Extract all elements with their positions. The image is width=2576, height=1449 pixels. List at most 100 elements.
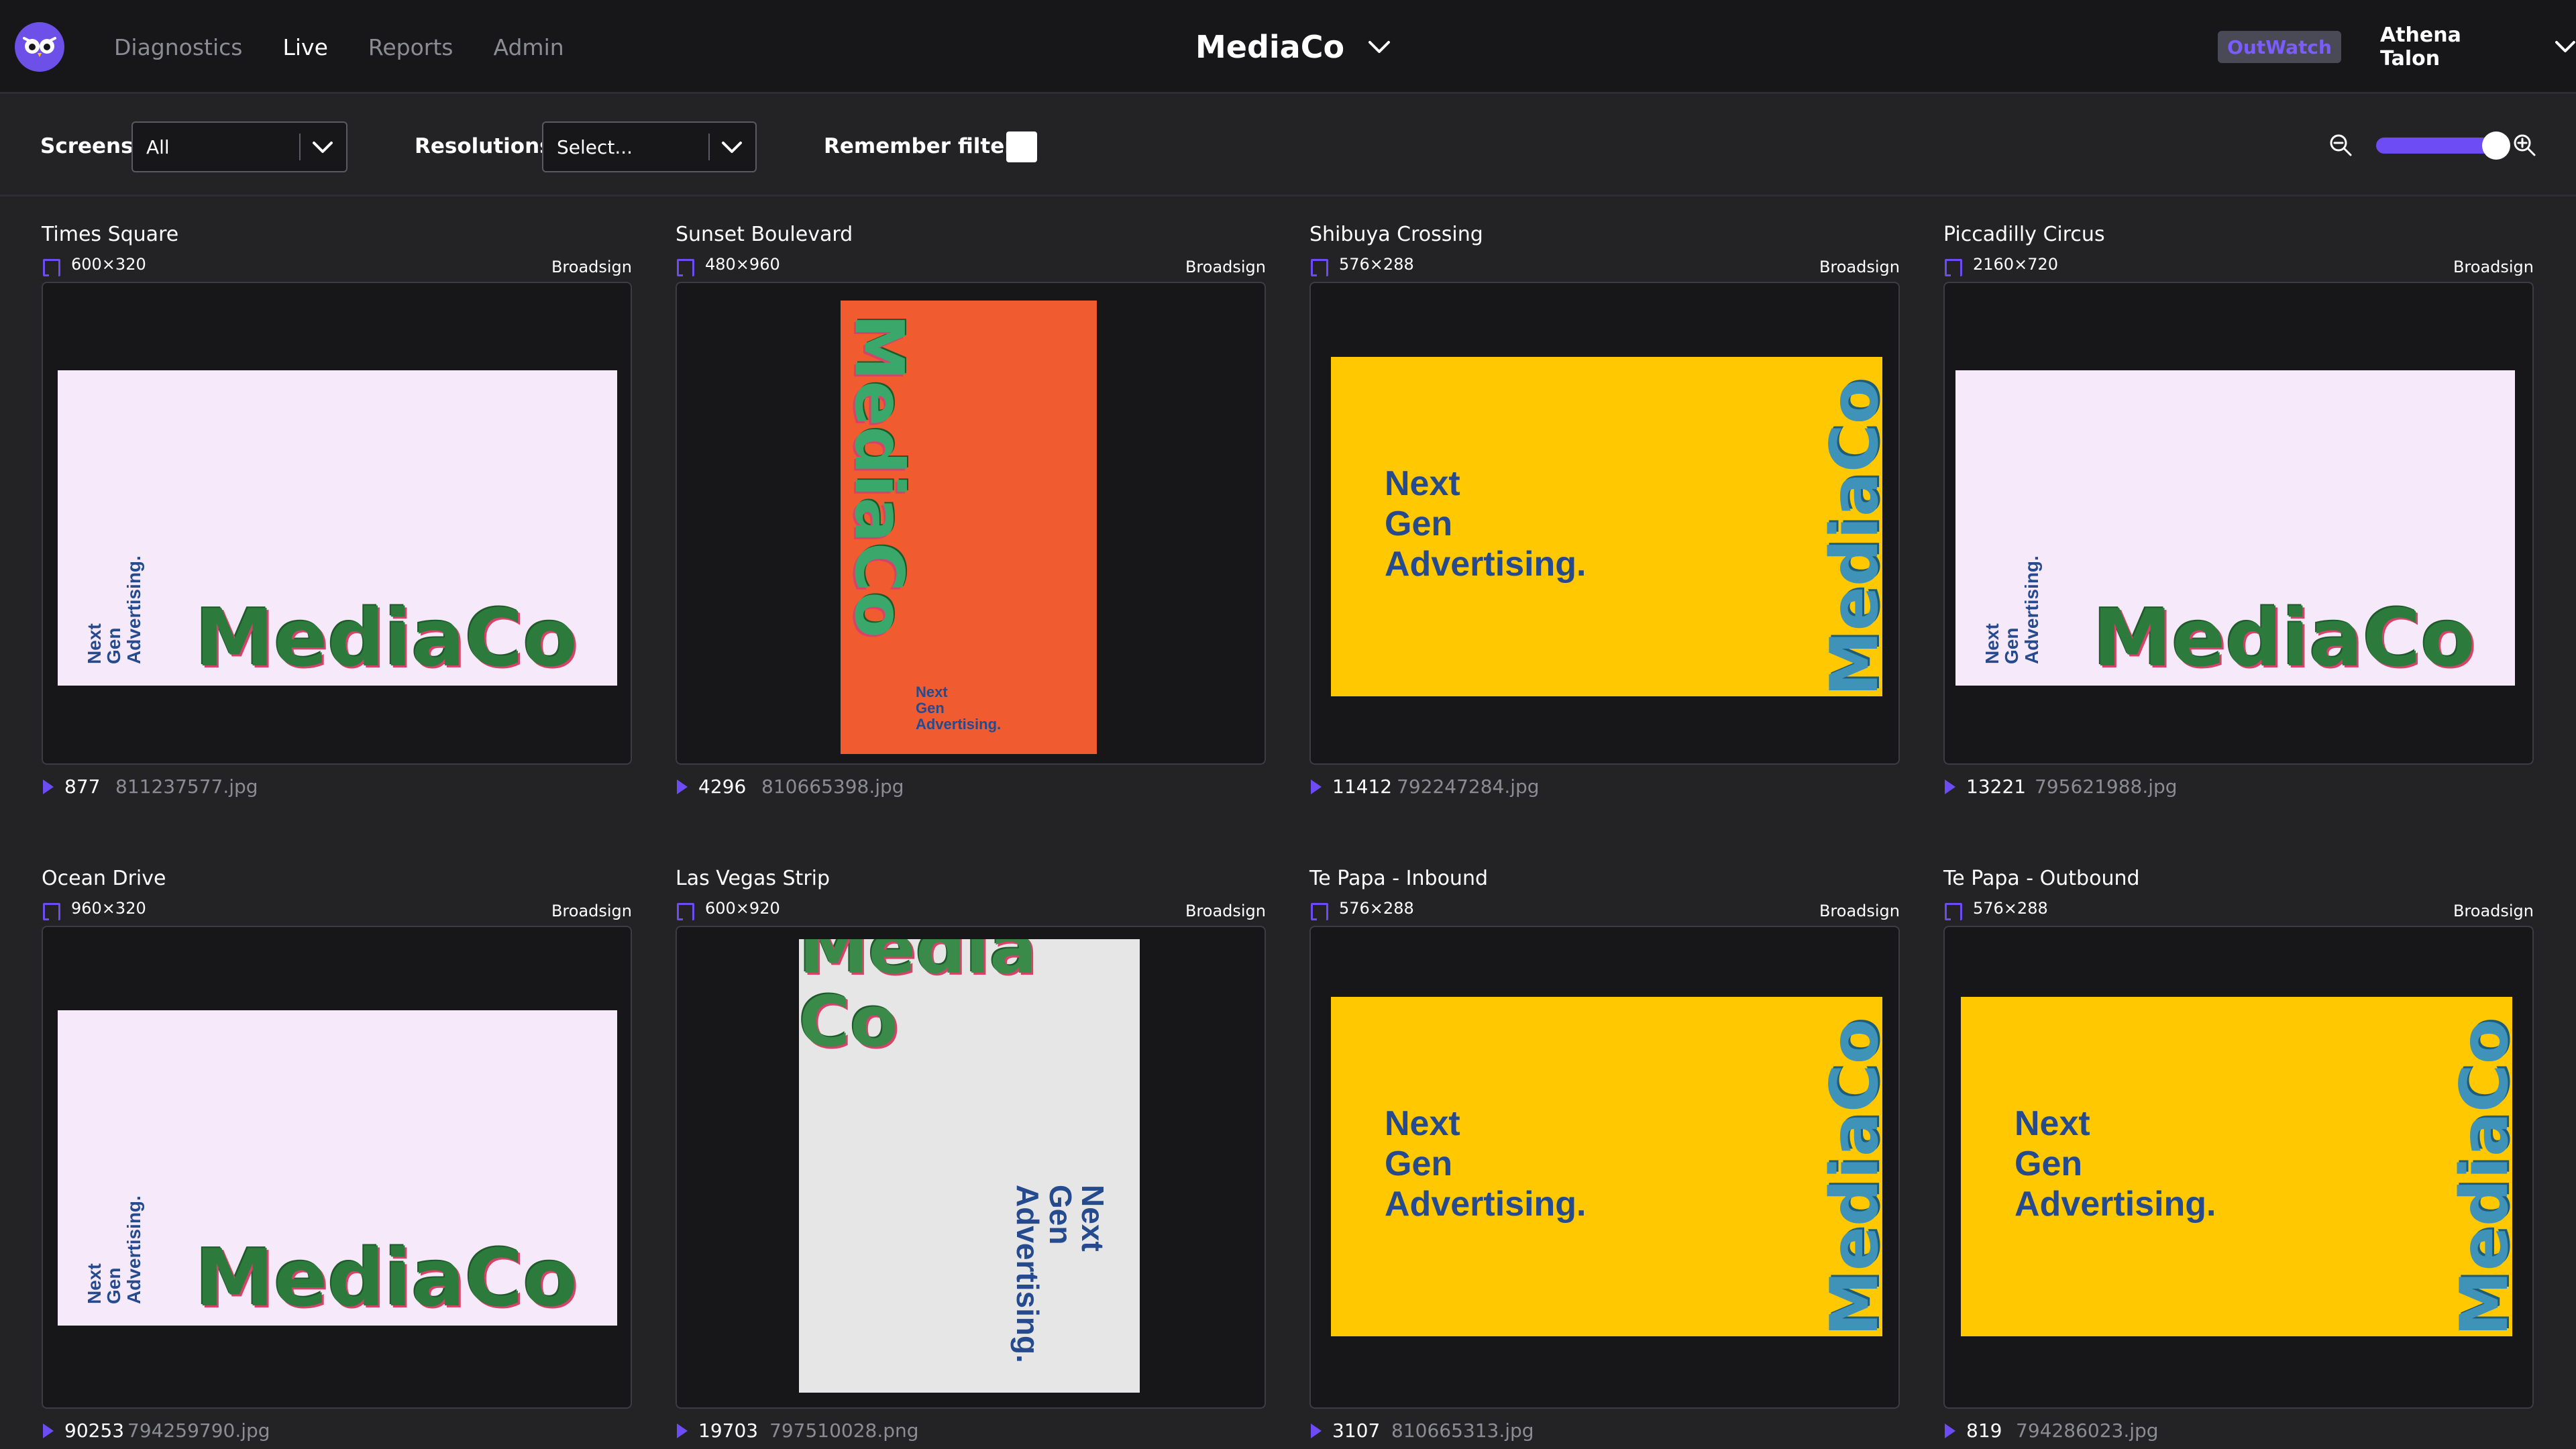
play-count: 877 xyxy=(64,775,101,798)
play-icon xyxy=(677,780,688,794)
creative-preview[interactable]: Next Gen Advertising. MediaCo xyxy=(42,282,632,765)
creative-preview[interactable]: MediaCo NextGenAdvertising. xyxy=(676,282,1266,765)
screen-card[interactable]: Ocean Drive 960×320 Broadsign Next Gen Adv… xyxy=(42,867,632,1449)
screen-name: Ocean Drive xyxy=(42,867,166,890)
creative-brand: MediaCo xyxy=(195,1232,578,1324)
creative-tagline: Next Gen Advertising. xyxy=(84,555,144,664)
screens-select[interactable]: All xyxy=(131,121,347,172)
screen-resolution: 2160×720 xyxy=(1973,255,2058,274)
select-divider xyxy=(299,133,301,160)
screen-name: Shibuya Crossing xyxy=(1309,223,1483,246)
screen-name: Sunset Boulevard xyxy=(676,223,853,246)
screens-select-value: All xyxy=(146,136,170,158)
creative-preview[interactable]: Next Gen Advertising. MediaCo xyxy=(1943,282,2534,765)
screen-vendor: Broadsign xyxy=(1819,902,1900,920)
creative-preview[interactable]: Next Gen Advertising. MediaCo xyxy=(1309,282,1900,765)
creative-tagline: Next Gen Advertising. xyxy=(1385,1104,1587,1224)
nav-live[interactable]: Live xyxy=(283,34,328,60)
owl-logo-icon[interactable] xyxy=(15,22,64,72)
screen-name: Las Vegas Strip xyxy=(676,867,830,890)
creative-image: MediaCo NextGenAdvertising. xyxy=(799,939,1140,1393)
screen-card[interactable]: Te Papa - Inbound 576×288 Broadsign Next… xyxy=(1309,867,1900,1449)
creative-tagline: Next Gen Advertising. xyxy=(84,1195,144,1304)
play-count: 3107 xyxy=(1332,1419,1381,1442)
creative-preview[interactable]: Next Gen Advertising. MediaCo xyxy=(42,926,632,1409)
creative-filename: 794259790.jpg xyxy=(127,1419,270,1442)
creative-brand: MediaCo xyxy=(1817,378,1882,696)
screen-resolution-icon xyxy=(677,903,694,920)
nav-diagnostics[interactable]: Diagnostics xyxy=(114,34,243,60)
screens-filter-label: Screens xyxy=(40,134,133,158)
creative-tagline: Next Gen Advertising. xyxy=(1010,1185,1110,1363)
filter-bar: Screens All Resolutions Select... Rememb… xyxy=(0,96,2576,197)
screen-card[interactable]: Las Vegas Strip 600×920 Broadsign Media C… xyxy=(676,867,1266,1449)
screen-resolution-icon xyxy=(43,903,60,920)
creative-filename: 792247284.jpg xyxy=(1397,775,1540,798)
play-count: 13221 xyxy=(1966,775,2027,798)
screen-vendor: Broadsign xyxy=(551,902,632,920)
screen-vendor: Broadsign xyxy=(2453,258,2534,276)
screen-resolution-icon xyxy=(43,259,60,276)
creative-preview[interactable]: Next Gen Advertising. MediaCo xyxy=(1309,926,1900,1409)
creative-filename: 794286023.jpg xyxy=(2016,1419,2159,1442)
creative-brand: MediaCo xyxy=(195,592,578,684)
screen-resolution: 960×320 xyxy=(71,899,146,918)
zoom-slider-track[interactable] xyxy=(2376,138,2491,154)
organization-switcher[interactable]: MediaCo xyxy=(1195,0,1391,94)
screen-name: Te Papa - Outbound xyxy=(1943,867,2140,890)
creative-filename: 810665313.jpg xyxy=(1391,1419,1534,1442)
screen-card[interactable]: Piccadilly Circus 2160×720 Broadsign Nex… xyxy=(1943,223,2534,847)
creative-image: Next Gen Advertising. MediaCo xyxy=(1955,370,2515,686)
top-navigation-bar: Diagnostics Live Reports Admin MediaCo O… xyxy=(0,0,2576,94)
zoom-slider-handle[interactable] xyxy=(2482,131,2510,160)
screen-vendor: Broadsign xyxy=(1185,258,1266,276)
nav-reports[interactable]: Reports xyxy=(368,34,453,60)
nav-admin[interactable]: Admin xyxy=(493,34,564,60)
creative-filename: 811237577.jpg xyxy=(115,775,258,798)
zoom-in-icon[interactable] xyxy=(2512,132,2538,159)
creative-tagline: Next Gen Advertising. xyxy=(1385,464,1587,584)
creative-brand: MediaCo xyxy=(841,314,918,638)
screen-resolution: 600×320 xyxy=(71,255,146,274)
remember-filters-checkbox[interactable] xyxy=(1006,131,1037,162)
screen-resolution: 576×288 xyxy=(1339,255,1414,274)
creative-image: Next Gen Advertising. MediaCo xyxy=(58,1010,617,1326)
screen-resolution: 600×920 xyxy=(705,899,780,918)
screen-resolution-icon xyxy=(1311,903,1328,920)
screen-card[interactable]: Sunset Boulevard 480×960 Broadsign Media… xyxy=(676,223,1266,847)
creative-tagline: Next Gen Advertising. xyxy=(1982,555,2042,664)
play-icon xyxy=(43,1424,54,1438)
screen-card[interactable]: Te Papa - Outbound 576×288 Broadsign Nex… xyxy=(1943,867,2534,1449)
user-menu[interactable]: Athena Talon xyxy=(2380,0,2576,94)
play-count: 4296 xyxy=(698,775,747,798)
chevron-down-icon xyxy=(2555,41,2576,52)
play-icon xyxy=(43,780,54,794)
organization-name: MediaCo xyxy=(1195,29,1345,65)
screen-resolution-icon xyxy=(1945,903,1962,920)
creative-preview[interactable]: Next Gen Advertising. MediaCo xyxy=(1943,926,2534,1409)
creative-tagline: Next Gen Advertising. xyxy=(916,684,1002,733)
creative-image: Next Gen Advertising. MediaCo xyxy=(1331,997,1882,1336)
resolutions-filter-label: Resolutions xyxy=(415,134,552,158)
zoom-out-icon[interactable] xyxy=(2328,132,2355,159)
user-name: Athena Talon xyxy=(2380,23,2461,70)
screen-card[interactable]: Shibuya Crossing 576×288 Broadsign Next G… xyxy=(1309,223,1900,847)
creative-image: MediaCo NextGenAdvertising. xyxy=(841,301,1097,754)
creative-image: Next Gen Advertising. MediaCo xyxy=(1961,997,2512,1336)
creative-preview[interactable]: MediaCo NextGenAdvertising. xyxy=(676,926,1266,1409)
chevron-down-icon xyxy=(722,142,742,153)
creative-filename: 795621988.jpg xyxy=(2035,775,2178,798)
resolutions-select[interactable]: Select... xyxy=(542,121,757,172)
creative-tagline: Next Gen Advertising. xyxy=(2015,1104,2216,1224)
screen-resolution-icon xyxy=(677,259,694,276)
screen-name: Te Papa - Inbound xyxy=(1309,867,1489,890)
screen-card[interactable]: Times Square 600×320 Broadsign Next Gen Ad… xyxy=(42,223,632,847)
creative-filename: 810665398.jpg xyxy=(761,775,904,798)
screen-vendor: Broadsign xyxy=(551,258,632,276)
creative-image: Next Gen Advertising. MediaCo xyxy=(58,370,617,686)
play-count: 819 xyxy=(1966,1419,2002,1442)
play-icon xyxy=(1311,780,1322,794)
screen-resolution: 576×288 xyxy=(1973,899,2048,918)
screen-resolution-icon xyxy=(1945,259,1962,276)
creative-brand: MediaCo xyxy=(2447,1018,2512,1336)
